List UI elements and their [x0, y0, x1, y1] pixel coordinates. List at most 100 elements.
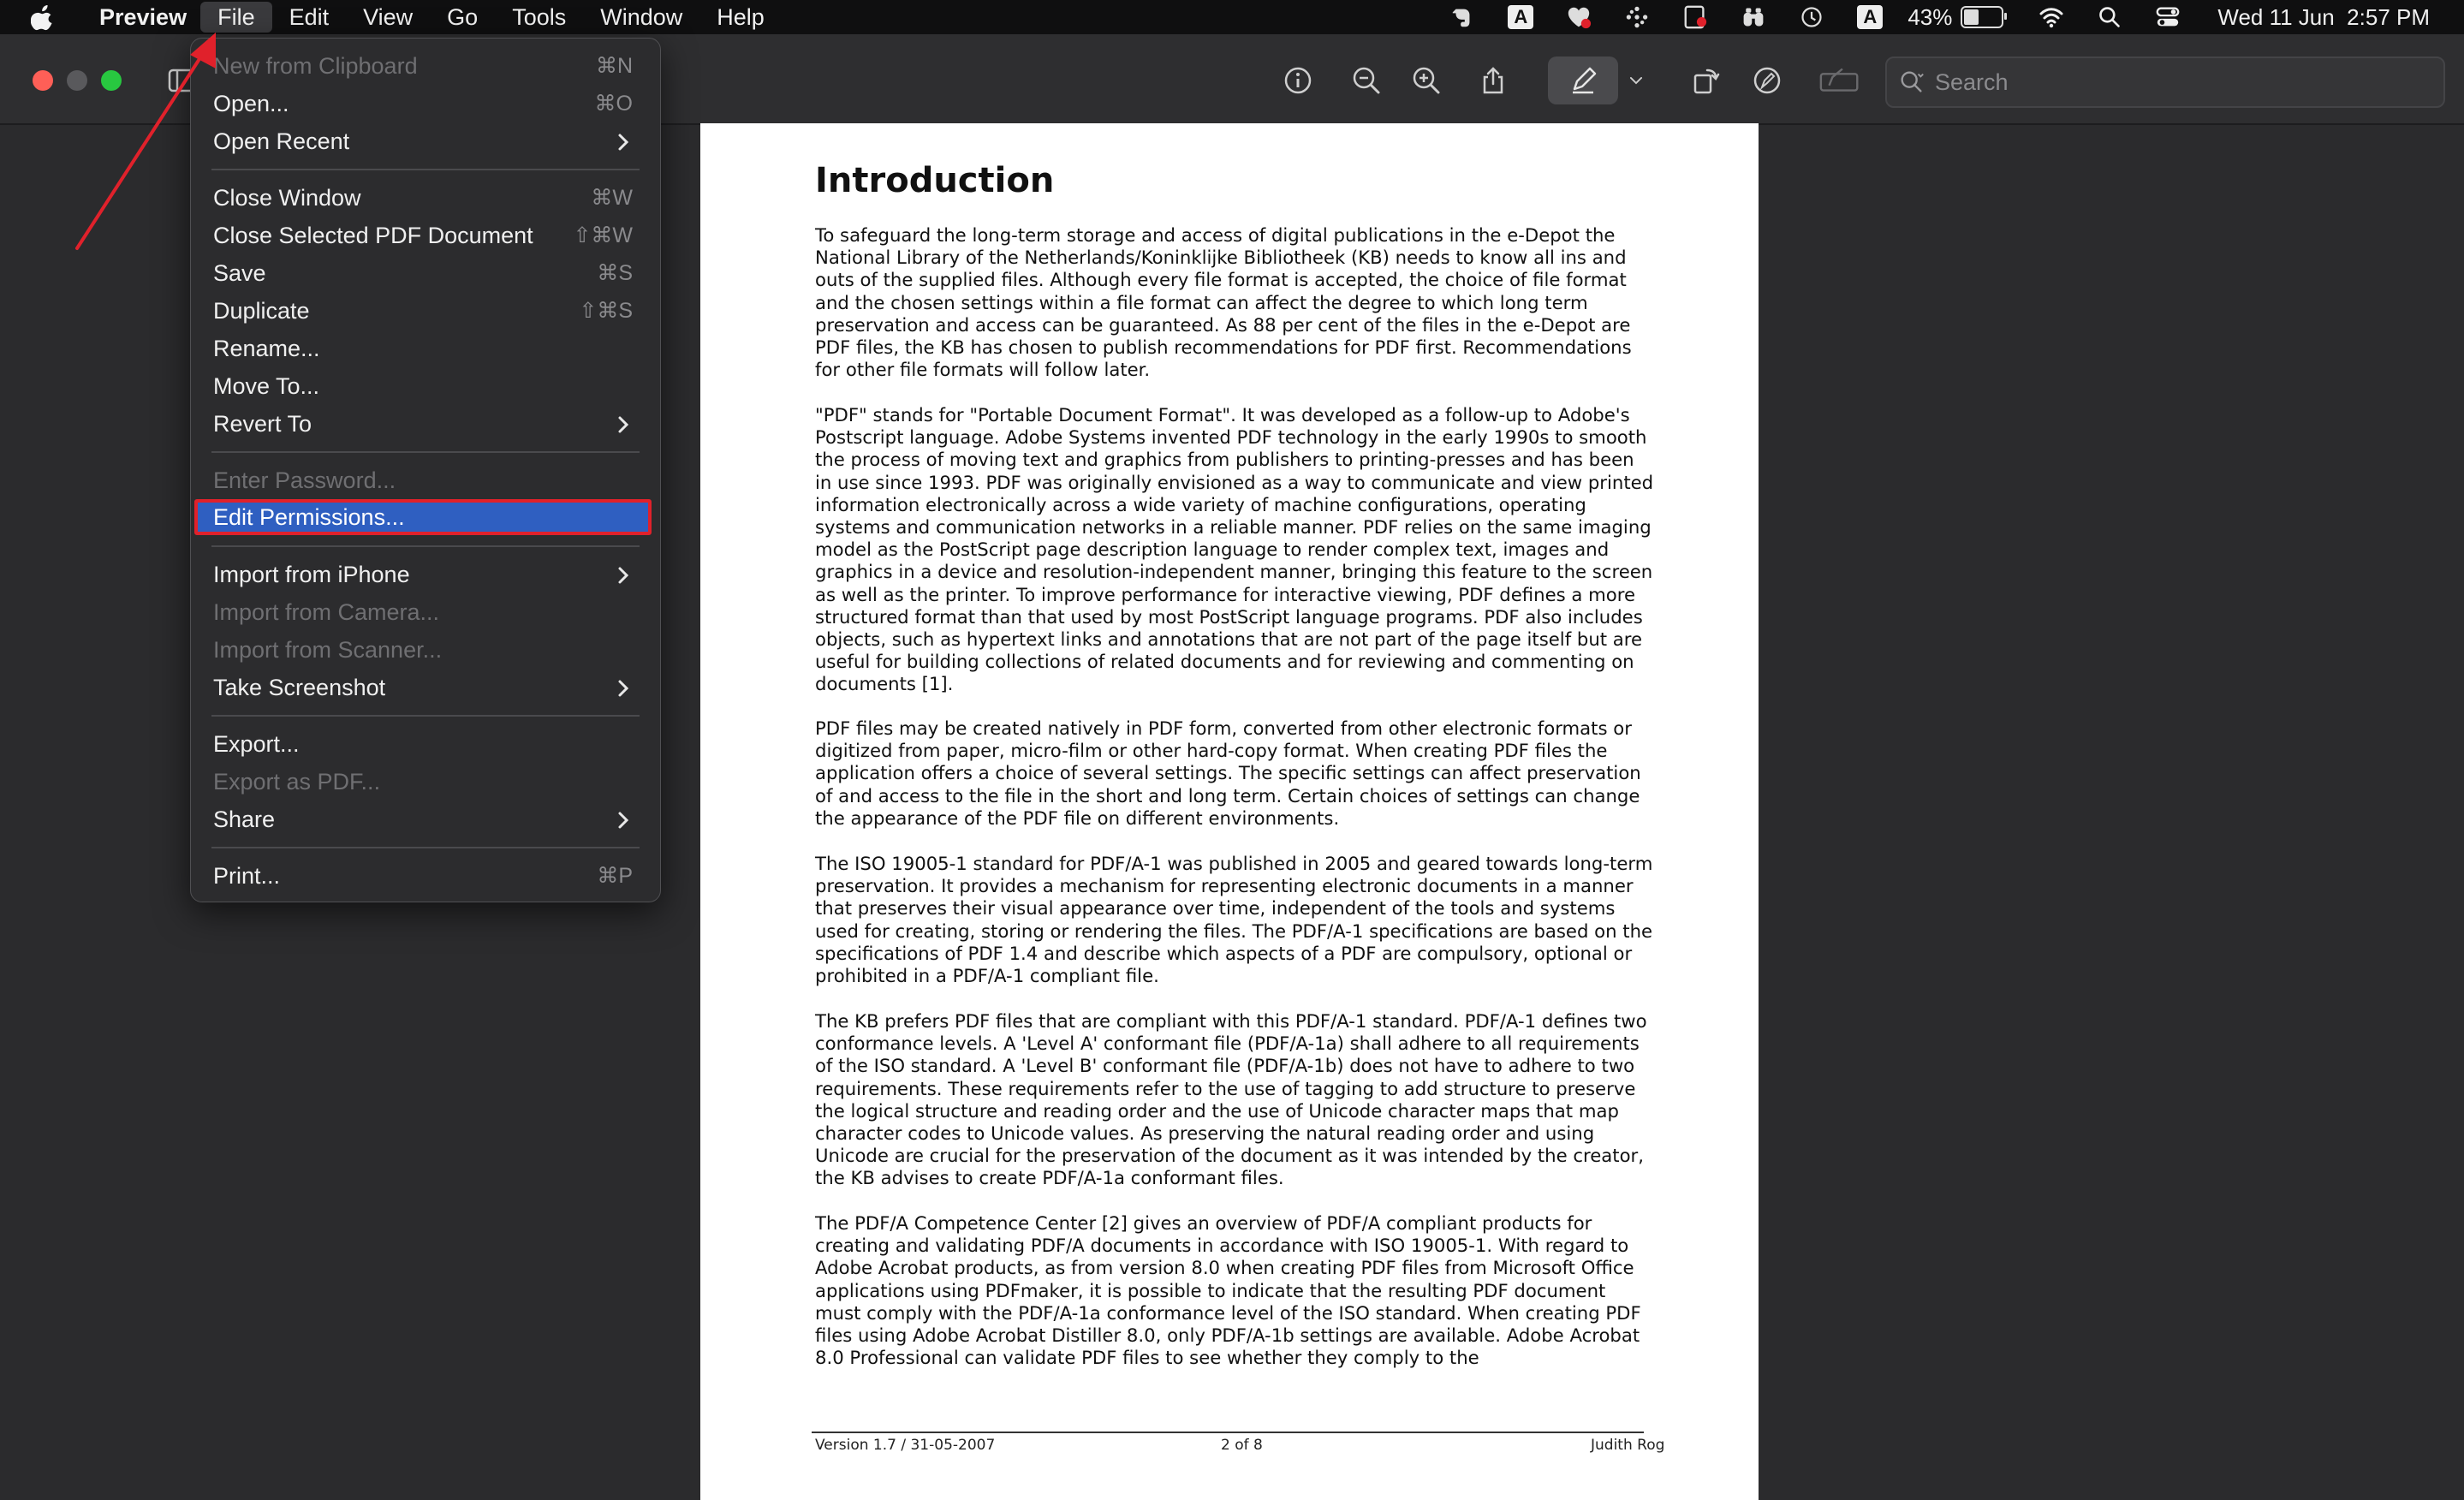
menu-item-label: New from Clipboard: [213, 53, 418, 79]
paragraph-3: PDF files may be created natively in PDF…: [815, 717, 1641, 829]
menu-item-label: Import from iPhone: [213, 562, 410, 587]
paragraph-1: To safeguard the long-term storage and a…: [815, 224, 1632, 381]
footer-page-number: 2 of 8: [1221, 1437, 1263, 1454]
rotate-icon[interactable]: [1687, 62, 1724, 99]
menu-item-label: Share: [213, 807, 276, 832]
menu-item-shortcut: ⇧⌘W: [573, 223, 633, 247]
pdf-app-icon[interactable]: [1680, 3, 1711, 31]
menu-item-label: Export as PDF...: [213, 769, 381, 795]
menu-item-share[interactable]: Share: [203, 802, 646, 836]
menu-go[interactable]: Go: [430, 0, 495, 34]
menu-item-export-as-pdf: Export as PDF...: [203, 765, 646, 799]
menu-separator: [211, 715, 640, 717]
menu-item-print[interactable]: Print... ⌘P: [203, 859, 646, 893]
menu-item-label: Take Screenshot: [213, 675, 386, 700]
menu-item-export[interactable]: Export...: [203, 727, 646, 761]
menubar-clock[interactable]: Wed 11 Jun 2:57 PM: [2217, 4, 2430, 31]
input-source-icon[interactable]: A: [1854, 3, 1885, 31]
menu-item-close-selected-pdf-document[interactable]: Close Selected PDF Document ⇧⌘W: [203, 218, 646, 253]
menu-item-shortcut: ⌘O: [594, 92, 633, 116]
form-fill-icon[interactable]: [1815, 62, 1866, 99]
menu-item-enter-password: Enter Password...: [203, 463, 646, 497]
menu-item-label: Enter Password...: [213, 467, 396, 493]
menu-item-import-from-scanner: Import from Scanner...: [203, 633, 646, 667]
document-heading: Introduction: [815, 161, 1055, 200]
share-icon[interactable]: [1474, 62, 1512, 99]
search-icon: [1901, 71, 1924, 92]
apple-menu-icon[interactable]: [29, 3, 57, 31]
menu-edit[interactable]: Edit: [272, 0, 347, 34]
menu-item-label: Move To...: [213, 373, 320, 399]
zoom-out-icon[interactable]: [1348, 62, 1385, 99]
menu-item-open[interactable]: Open... ⌘O: [203, 86, 646, 121]
menu-item-move-to[interactable]: Move To...: [203, 369, 646, 403]
menu-item-label: Export...: [213, 731, 300, 757]
menu-item-label: Open Recent: [213, 128, 350, 154]
menu-item-shortcut: ⌘N: [595, 54, 633, 78]
text-app-icon[interactable]: A: [1505, 3, 1536, 31]
menu-view[interactable]: View: [346, 0, 430, 34]
time-machine-icon[interactable]: [1796, 3, 1827, 31]
footer-version: Version 1.7 / 31-05-2007: [815, 1437, 996, 1454]
menu-item-save[interactable]: Save ⌘S: [203, 256, 646, 290]
menu-item-label: Save: [213, 260, 266, 286]
battery-icon[interactable]: [1961, 6, 2008, 28]
control-center-icon[interactable]: [2152, 3, 2183, 31]
search-field[interactable]: [1885, 57, 2445, 108]
menu-item-label: Rename...: [213, 336, 320, 361]
pdf-page[interactable]: Introduction To safeguard the long-term …: [700, 123, 1759, 1500]
paragraph-6: The PDF/A Competence Center [2] gives an…: [815, 1212, 1641, 1369]
menu-item-label: Duplicate: [213, 298, 310, 324]
zoom-in-icon[interactable]: [1408, 62, 1445, 99]
menu-item-revert-to[interactable]: Revert To: [203, 407, 646, 441]
menu-item-new-from-clipboard: New from Clipboard ⌘N: [203, 49, 646, 83]
footer-rule: [812, 1432, 1644, 1433]
menu-separator: [211, 169, 640, 170]
close-window-button[interactable]: [33, 70, 53, 91]
paragraph-5: The KB prefers PDF files that are compli…: [815, 1010, 1647, 1189]
menu-tools[interactable]: Tools: [495, 0, 583, 34]
spotlight-search-icon[interactable]: [2094, 3, 2125, 31]
footer-author: Judith Rog: [1591, 1437, 1665, 1454]
menu-item-edit-permissions[interactable]: Edit Permissions...: [194, 499, 652, 535]
menu-item-label: Close Window: [213, 185, 361, 211]
heart-app-icon[interactable]: [1563, 3, 1594, 31]
battery-percent: 43%: [1908, 3, 1953, 30]
chevron-right-icon: [612, 412, 634, 436]
menu-window[interactable]: Window: [583, 0, 699, 34]
chevron-right-icon: [612, 807, 634, 831]
minimize-window-button[interactable]: [67, 70, 87, 91]
menu-item-close-window[interactable]: Close Window ⌘W: [203, 181, 646, 215]
chevron-down-icon[interactable]: [1623, 62, 1649, 99]
dots-app-icon[interactable]: [1622, 3, 1652, 31]
menu-item-duplicate[interactable]: Duplicate ⇧⌘S: [203, 294, 646, 328]
menu-item-label: Close Selected PDF Document: [213, 223, 533, 248]
info-icon[interactable]: [1279, 62, 1317, 99]
markup-toolbar-button[interactable]: [1548, 57, 1618, 104]
search-input[interactable]: [1933, 68, 2416, 97]
menu-item-label: Import from Scanner...: [213, 637, 443, 663]
menu-item-shortcut: ⌘S: [597, 261, 633, 285]
pen-icon: [1573, 67, 1597, 94]
input-source-label: A: [1857, 5, 1884, 29]
markup-circle-icon[interactable]: [1748, 62, 1786, 99]
menu-help[interactable]: Help: [699, 0, 782, 34]
wifi-icon[interactable]: [2036, 3, 2067, 31]
menu-item-open-recent[interactable]: Open Recent: [203, 124, 646, 158]
menu-item-rename[interactable]: Rename...: [203, 331, 646, 366]
menu-app-preview[interactable]: Preview: [86, 0, 200, 34]
binoculars-icon[interactable]: [1738, 3, 1769, 31]
paragraph-4: The ISO 19005-1 standard for PDF/A-1 was…: [815, 853, 1653, 987]
evernote-icon[interactable]: [1447, 3, 1478, 31]
paragraph-2: "PDF" stands for "Portable Document Form…: [815, 404, 1654, 695]
chevron-right-icon: [612, 129, 634, 153]
menu-item-shortcut: ⇧⌘S: [579, 299, 633, 323]
zoom-window-button[interactable]: [101, 70, 122, 91]
menu-item-label: Revert To: [213, 411, 312, 437]
menu-item-import-from-iphone[interactable]: Import from iPhone: [203, 557, 646, 592]
menu-separator: [211, 451, 640, 453]
menu-item-take-screenshot[interactable]: Take Screenshot: [203, 670, 646, 705]
status-area: A A 43% Wed 11 Jun 2:57 PM: [1433, 0, 2438, 34]
menu-file[interactable]: File: [200, 2, 272, 33]
menu-separator: [211, 545, 640, 547]
